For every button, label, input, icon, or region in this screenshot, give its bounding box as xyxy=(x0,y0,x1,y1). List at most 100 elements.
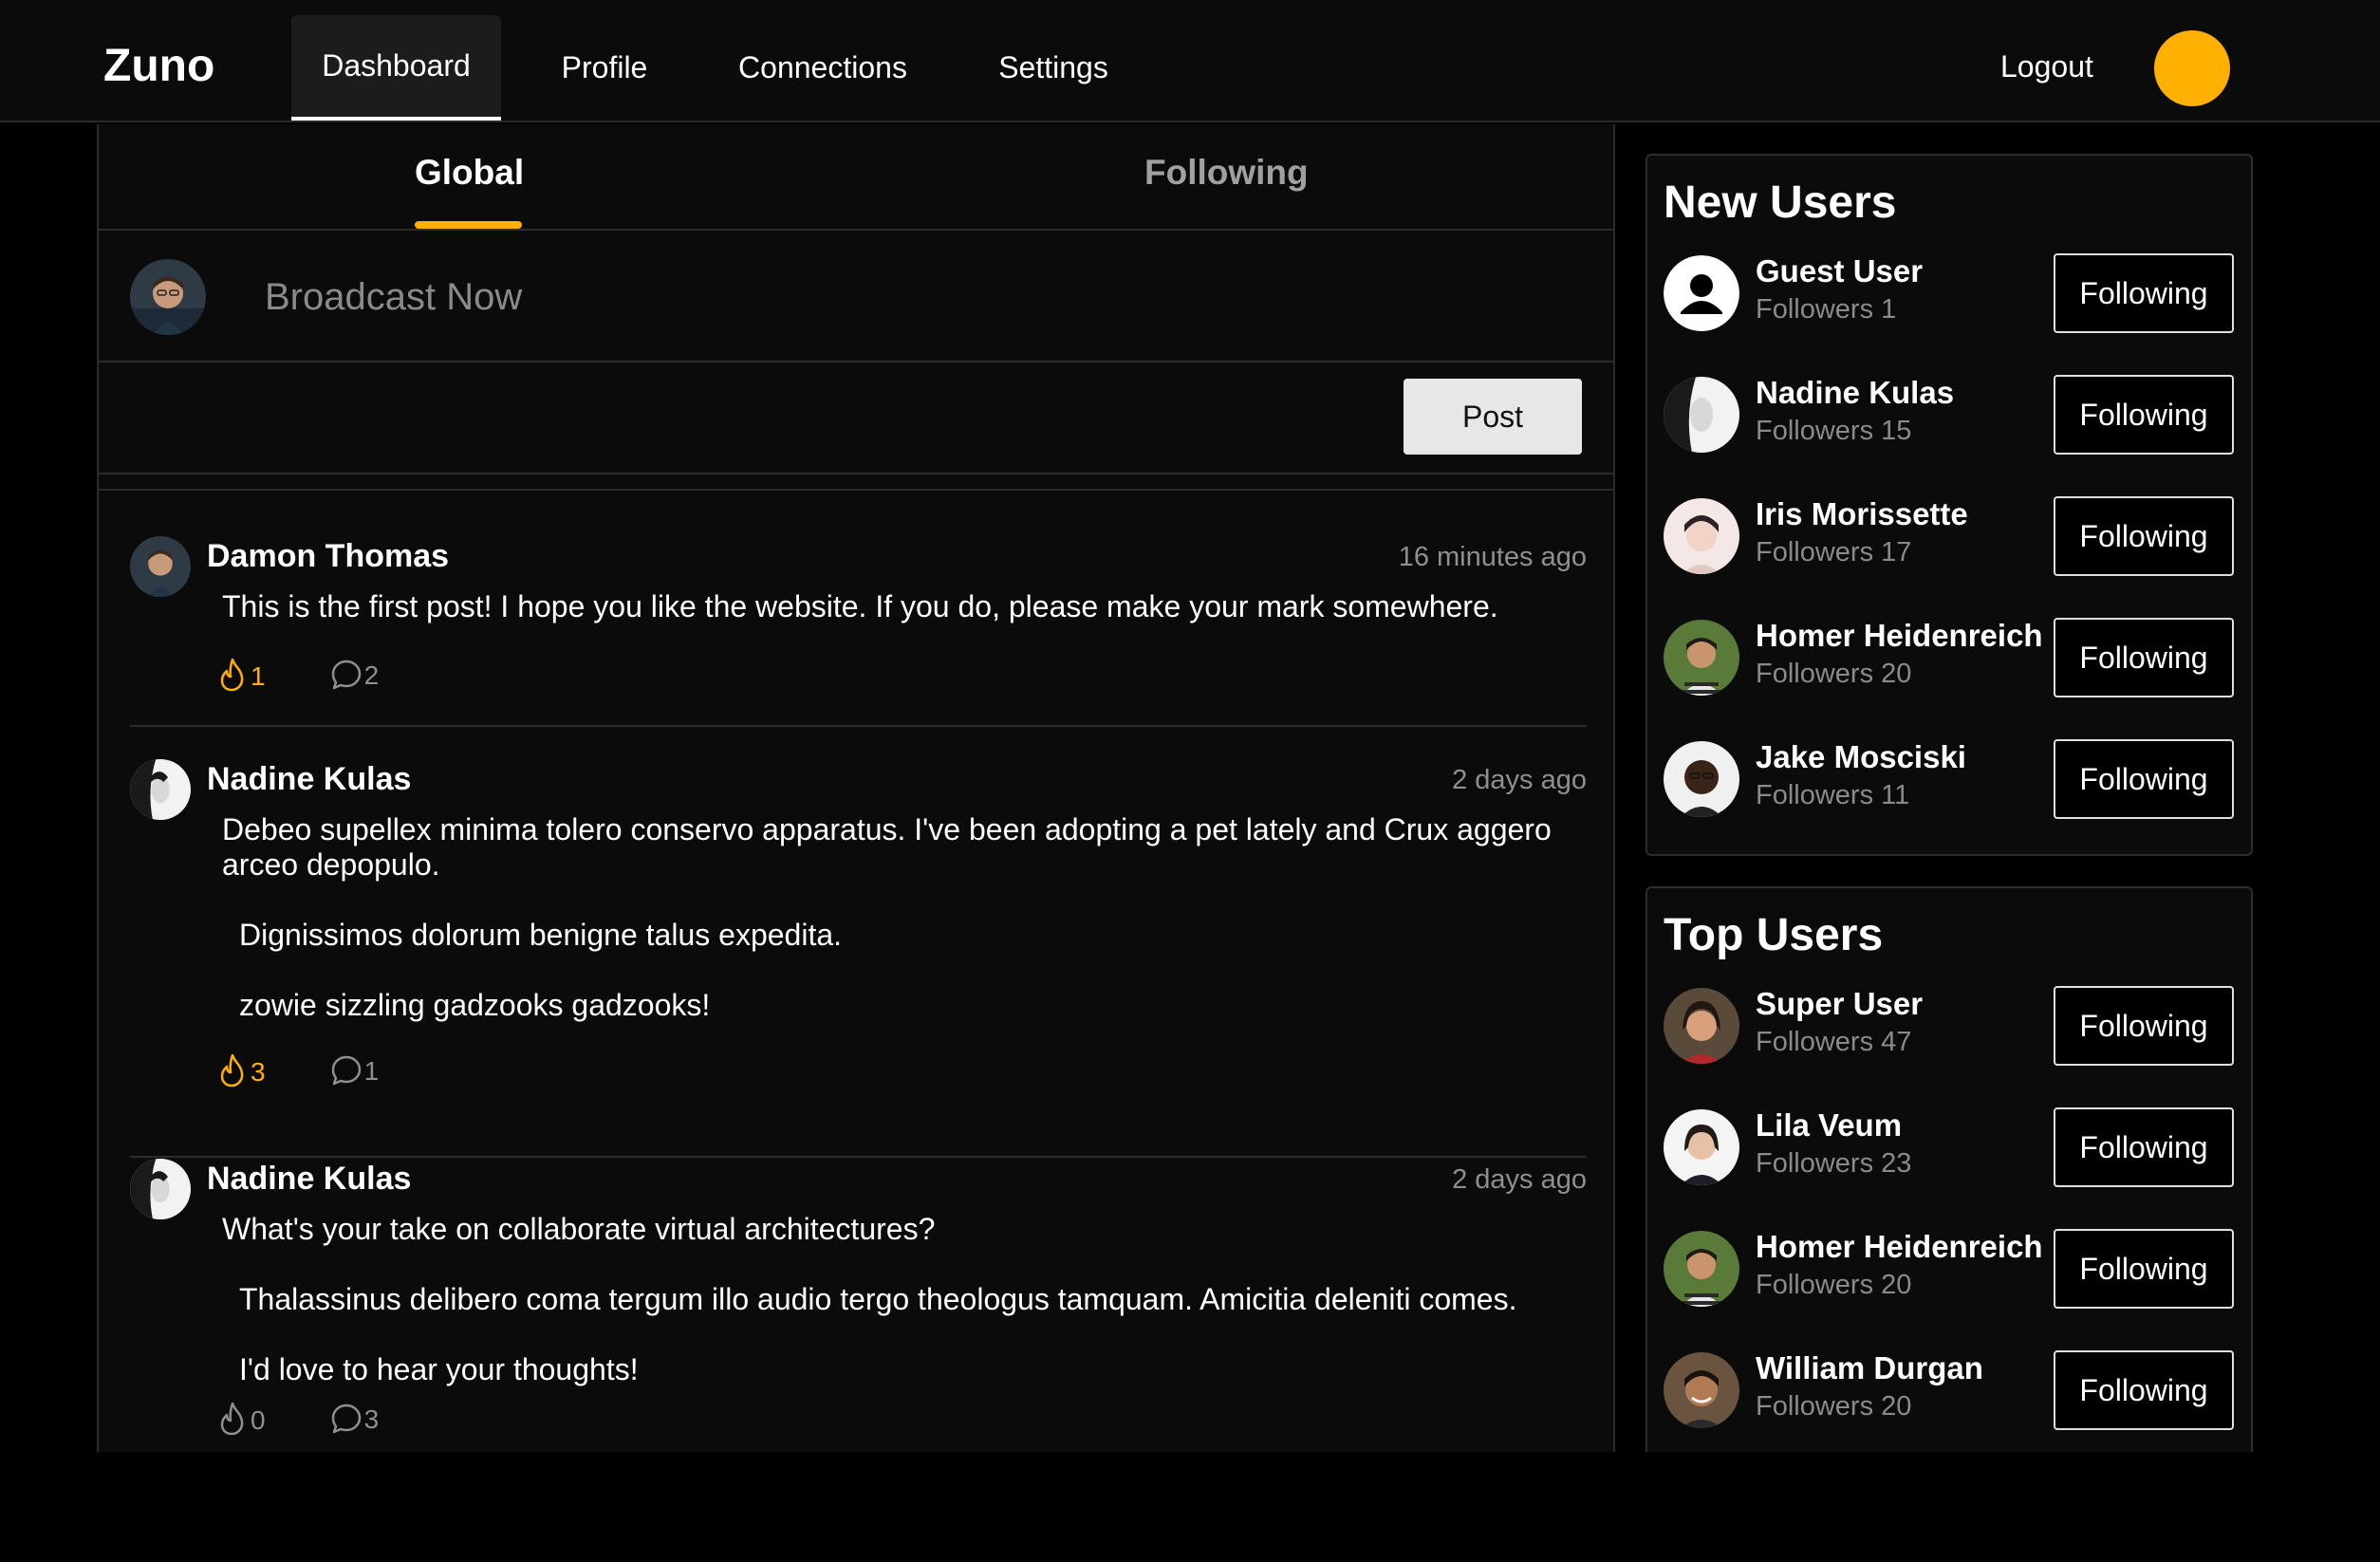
comment-bubble-icon xyxy=(330,1054,363,1087)
user-row: Super User Followers 47 Following xyxy=(1664,986,2239,1066)
feed-post: Damon Thomas 16 minutes ago This is the … xyxy=(130,536,1587,727)
flame-icon xyxy=(218,1053,249,1088)
user-name[interactable]: Homer Heidenreich xyxy=(1756,1229,2043,1265)
post-timestamp: 2 days ago xyxy=(1452,765,1587,795)
feed-tabs: Global Following xyxy=(99,124,1613,231)
tab-following[interactable]: Following xyxy=(1144,153,1309,193)
comment-bubble-icon xyxy=(330,659,363,691)
following-button[interactable]: Following xyxy=(2054,618,2234,697)
user-followers: Followers 17 xyxy=(1756,537,1912,567)
comment-count: 1 xyxy=(363,1056,380,1086)
following-button[interactable]: Following xyxy=(2054,496,2234,576)
post-row: Post xyxy=(99,363,1613,474)
post-composer xyxy=(99,231,1613,363)
composer-avatar xyxy=(130,259,206,335)
post-actions: 0 3 xyxy=(218,1402,443,1436)
user-photo-avatar[interactable] xyxy=(1664,1109,1739,1185)
comment-button[interactable]: 2 xyxy=(330,659,380,691)
user-name[interactable]: Guest User xyxy=(1756,253,1923,289)
user-photo-avatar[interactable] xyxy=(1664,1231,1739,1307)
tab-global[interactable]: Global xyxy=(415,153,524,193)
comment-count: 2 xyxy=(363,660,380,690)
user-row: Homer Heidenreich Followers 20 Following xyxy=(1664,618,2239,697)
nav-profile[interactable]: Profile xyxy=(530,15,679,121)
default-user-icon[interactable] xyxy=(1664,255,1739,331)
comment-count: 3 xyxy=(363,1404,380,1434)
like-count: 0 xyxy=(251,1405,266,1435)
post-paragraph: Thalassinus delibero coma tergum illo au… xyxy=(239,1282,1517,1316)
app-logo[interactable]: Zuno xyxy=(103,40,214,92)
comment-button[interactable]: 3 xyxy=(330,1403,380,1435)
post-timestamp: 2 days ago xyxy=(1452,1164,1587,1195)
user-photo-avatar[interactable] xyxy=(1664,620,1739,696)
user-followers: Followers 1 xyxy=(1756,294,1897,325)
top-users-title: Top Users xyxy=(1664,910,1884,960)
post-author-avatar[interactable] xyxy=(130,759,191,820)
like-button[interactable]: 0 xyxy=(218,1402,266,1436)
user-photo-avatar[interactable] xyxy=(1664,1352,1739,1428)
broadcast-input[interactable] xyxy=(265,267,1498,327)
user-photo-avatar[interactable] xyxy=(1664,988,1739,1064)
following-button[interactable]: Following xyxy=(2054,253,2234,333)
user-avatar[interactable] xyxy=(2154,30,2230,106)
user-row: Guest User Followers 1 Following xyxy=(1664,253,2239,333)
nav-connections[interactable]: Connections xyxy=(717,15,928,121)
user-name[interactable]: Lila Veum xyxy=(1756,1107,1902,1144)
feed-panel: Global Following Post xyxy=(97,124,1615,1453)
user-followers: Followers 20 xyxy=(1756,1391,1912,1422)
user-row: Iris Morissette Followers 17 Following xyxy=(1664,496,2239,576)
user-name[interactable]: William Durgan xyxy=(1756,1350,1983,1386)
like-button[interactable]: 3 xyxy=(218,1053,266,1088)
following-button[interactable]: Following xyxy=(2054,1350,2234,1430)
user-followers: Followers 11 xyxy=(1756,780,1910,810)
like-count: 3 xyxy=(251,1057,266,1087)
post-paragraph: Dignissimos dolorum benigne talus expedi… xyxy=(239,918,843,952)
new-users-title: New Users xyxy=(1664,177,1897,228)
user-row: William Durgan Followers 20 Following xyxy=(1664,1350,2239,1430)
nav-dashboard[interactable]: Dashboard xyxy=(291,15,501,121)
user-name[interactable]: Super User xyxy=(1756,986,1923,1022)
user-name[interactable]: Homer Heidenreich xyxy=(1756,618,2043,654)
user-row: Jake Mosciski Followers 11 Following xyxy=(1664,739,2239,819)
flame-icon xyxy=(218,658,249,692)
like-count: 1 xyxy=(251,661,266,691)
following-button[interactable]: Following xyxy=(2054,1107,2234,1187)
post-actions: 3 1 xyxy=(218,1053,443,1088)
post-author-name[interactable]: Damon Thomas xyxy=(207,538,449,575)
top-navbar: Zuno Dashboard Profile Connections Setti… xyxy=(0,0,2380,122)
user-name[interactable]: Nadine Kulas xyxy=(1756,375,1954,411)
user-photo-avatar[interactable] xyxy=(1664,498,1739,574)
user-name[interactable]: Iris Morissette xyxy=(1756,496,1968,532)
post-paragraph: This is the first post! I hope you like … xyxy=(222,589,1498,623)
new-users-card: New Users Guest User Followers 1 Followi… xyxy=(1646,154,2253,856)
flame-icon xyxy=(218,1402,249,1436)
logout-link[interactable]: Logout xyxy=(2000,49,2093,84)
user-followers: Followers 20 xyxy=(1756,659,1912,689)
post-author-name[interactable]: Nadine Kulas xyxy=(207,761,411,798)
comment-button[interactable]: 1 xyxy=(330,1054,380,1087)
page-footer-space xyxy=(0,1452,2380,1562)
post-paragraph: I'd love to hear your thoughts! xyxy=(239,1352,639,1386)
nav-settings[interactable]: Settings xyxy=(976,15,1131,121)
following-button[interactable]: Following xyxy=(2054,986,2234,1066)
user-photo-avatar[interactable] xyxy=(1664,741,1739,817)
top-users-card: Top Users Super User Followers 47 Follow… xyxy=(1646,886,2253,1456)
following-button[interactable]: Following xyxy=(2054,375,2234,455)
user-name[interactable]: Jake Mosciski xyxy=(1756,739,1966,775)
post-paragraph: zowie sizzling gadzooks gadzooks! xyxy=(239,988,711,1022)
post-author-name[interactable]: Nadine Kulas xyxy=(207,1161,411,1198)
like-button[interactable]: 1 xyxy=(218,658,266,692)
post-author-avatar[interactable] xyxy=(130,1159,191,1219)
post-paragraph: What's your take on collaborate virtual … xyxy=(222,1212,936,1246)
user-row: Nadine Kulas Followers 15 Following xyxy=(1664,375,2239,455)
post-paragraph: Debeo supellex minima tolero conservo ap… xyxy=(222,812,1552,882)
user-photo-avatar[interactable] xyxy=(1664,377,1739,453)
comment-bubble-icon xyxy=(330,1403,363,1435)
post-timestamp: 16 minutes ago xyxy=(1398,542,1587,572)
post-divider xyxy=(130,1156,1587,1158)
post-author-avatar[interactable] xyxy=(130,536,191,597)
post-button[interactable]: Post xyxy=(1404,379,1582,455)
following-button[interactable]: Following xyxy=(2054,739,2234,819)
user-row: Lila Veum Followers 23 Following xyxy=(1664,1107,2239,1187)
following-button[interactable]: Following xyxy=(2054,1229,2234,1309)
